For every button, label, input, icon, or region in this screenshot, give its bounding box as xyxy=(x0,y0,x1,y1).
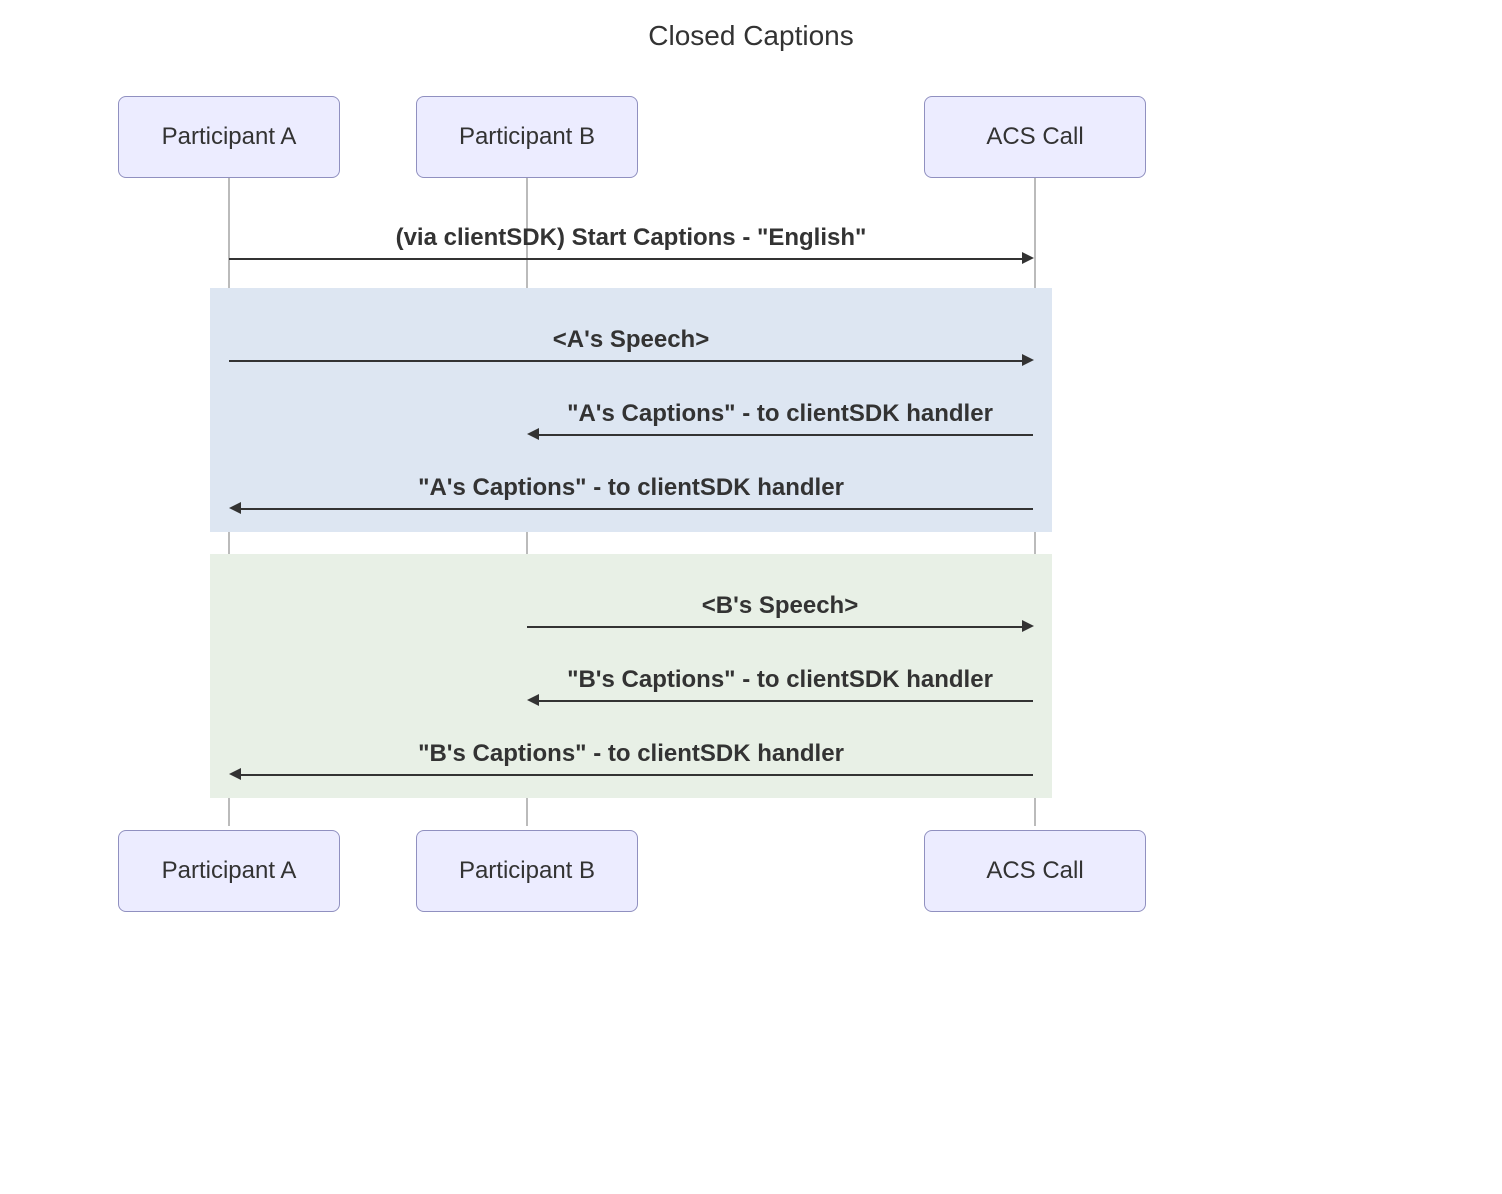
msg-start-captions-label: (via clientSDK) Start Captions - "Englis… xyxy=(228,224,1034,252)
msg-b-speech-arrow xyxy=(527,626,1023,628)
arrowhead-icon xyxy=(229,768,241,780)
arrowhead-icon xyxy=(229,502,241,514)
msg-b-captions-to-a-arrow xyxy=(240,774,1033,776)
msg-b-captions-to-b-label: "B's Captions" - to clientSDK handler xyxy=(526,666,1034,694)
actor-acs-call-top: ACS Call xyxy=(924,96,1146,178)
msg-a-speech-arrow xyxy=(229,360,1023,362)
msg-a-captions-to-b-label: "A's Captions" - to clientSDK handler xyxy=(526,400,1034,428)
arrowhead-icon xyxy=(1022,620,1034,632)
actor-participant-a-bottom: Participant A xyxy=(118,830,340,912)
sequence-diagram: Closed Captions Participant A Participan… xyxy=(0,0,1502,1194)
msg-start-captions-arrow xyxy=(229,258,1023,260)
msg-b-captions-to-b-arrow xyxy=(538,700,1033,702)
msg-b-captions-to-a-label: "B's Captions" - to clientSDK handler xyxy=(228,740,1034,768)
actor-participant-b-top: Participant B xyxy=(416,96,638,178)
msg-b-speech-label: <B's Speech> xyxy=(526,592,1034,620)
arrowhead-icon xyxy=(527,694,539,706)
actor-participant-b-bottom: Participant B xyxy=(416,830,638,912)
diagram-title: Closed Captions xyxy=(0,20,1502,52)
msg-a-speech-label: <A's Speech> xyxy=(228,326,1034,354)
msg-a-captions-to-b-arrow xyxy=(538,434,1033,436)
arrowhead-icon xyxy=(1022,354,1034,366)
actor-acs-call-bottom: ACS Call xyxy=(924,830,1146,912)
msg-a-captions-to-a-arrow xyxy=(240,508,1033,510)
actor-participant-a-top: Participant A xyxy=(118,96,340,178)
arrowhead-icon xyxy=(527,428,539,440)
msg-a-captions-to-a-label: "A's Captions" - to clientSDK handler xyxy=(228,474,1034,502)
arrowhead-icon xyxy=(1022,252,1034,264)
